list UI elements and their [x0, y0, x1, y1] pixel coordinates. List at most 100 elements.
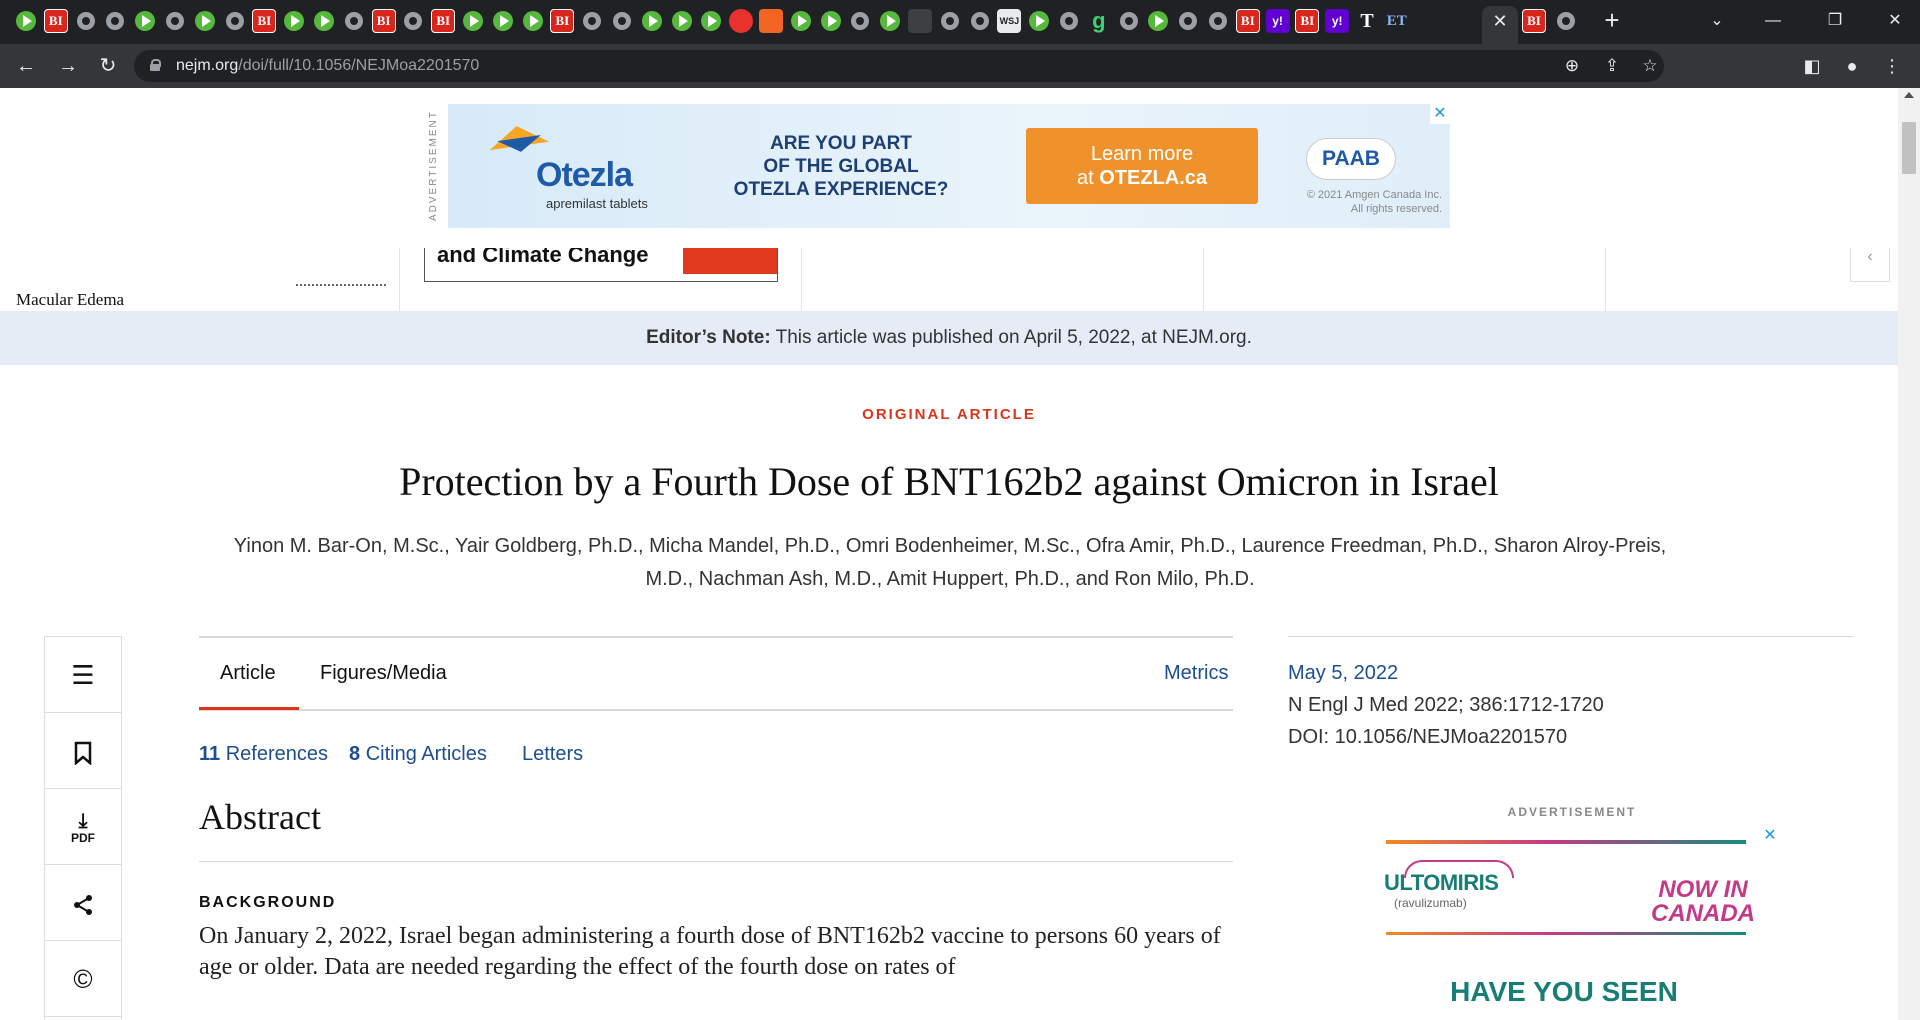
globe-icon[interactable] [848, 9, 872, 33]
reload-icon[interactable]: ↻ [94, 52, 122, 80]
play-icon[interactable] [461, 9, 485, 33]
globe-icon[interactable] [1117, 9, 1141, 33]
play-icon[interactable] [312, 9, 336, 33]
profile-icon[interactable]: ● [1840, 54, 1864, 78]
new-tab-button[interactable]: + [1598, 7, 1626, 35]
sidebar-advertisement[interactable]: ULTOMIRIS (ravulizumab) NOW IN CANADA HA… [1364, 826, 1780, 1020]
play-icon[interactable] [669, 9, 694, 33]
globe-icon[interactable] [103, 9, 127, 33]
page-scrollbar[interactable] [1898, 88, 1920, 1020]
citing-articles-link[interactable]: 8 Citing Articles [349, 743, 487, 766]
et-icon[interactable]: ET [1385, 9, 1409, 33]
page-title: Protection by a Fourth Dose of BNT162b2 … [399, 459, 1499, 504]
globe-icon[interactable] [342, 9, 366, 33]
play-icon[interactable] [639, 9, 664, 33]
close-tab-icon[interactable]: ✕ [1490, 10, 1510, 32]
toc-icon[interactable]: ☰ [45, 637, 121, 713]
menu-icon[interactable]: ⋮ [1880, 54, 1904, 78]
url-text[interactable]: nejm.org/doi/full/10.1056/NEJMoa2201570 [176, 57, 479, 75]
wsj-icon[interactable]: WSJ [997, 9, 1022, 33]
tab-figures-media[interactable]: Figures/Media [320, 662, 447, 685]
pdf-download-button[interactable]: ⤓ PDF [45, 789, 121, 865]
forward-icon[interactable]: → [54, 52, 82, 80]
lock-icon[interactable] [150, 59, 161, 71]
bi-icon[interactable]: BI [43, 9, 68, 33]
globe-icon[interactable] [1057, 9, 1081, 33]
globe-icon[interactable] [223, 9, 247, 33]
bookmark-icon[interactable] [45, 713, 121, 789]
nyt-icon[interactable]: T [1355, 9, 1379, 33]
play-icon[interactable] [699, 9, 724, 33]
tool-rail: ☰ ⤓ PDF © [44, 636, 122, 1020]
minimize-button[interactable]: — [1750, 6, 1796, 36]
globe-icon[interactable] [74, 9, 98, 33]
ad-close-icon[interactable]: ✕ [1430, 104, 1450, 124]
carousel-thumbnail [296, 278, 386, 286]
restore-button[interactable]: ❐ [1812, 6, 1858, 36]
author-list[interactable]: Yinon M. Bar-On, M.Sc., Yair Goldberg, P… [210, 530, 1690, 596]
play-icon[interactable] [282, 9, 307, 33]
globe-icon[interactable] [1176, 9, 1200, 33]
close-window-button[interactable]: ✕ [1872, 6, 1918, 36]
yahoo-icon[interactable]: y! [1325, 9, 1350, 33]
bi-icon[interactable]: BI [1522, 9, 1546, 33]
g-icon[interactable]: g [1087, 8, 1111, 33]
tab-metrics[interactable]: Metrics [1164, 662, 1228, 685]
play-icon[interactable] [1027, 9, 1052, 33]
bookmark-orange-icon[interactable] [759, 9, 783, 33]
globe-icon[interactable] [938, 9, 962, 33]
bi-icon[interactable]: BI [1235, 9, 1260, 33]
zoom-icon[interactable]: ⊕ [1560, 54, 1584, 78]
dark-square-icon[interactable] [908, 9, 932, 33]
sidebar-ad-close-icon[interactable]: ✕ [1760, 826, 1780, 846]
play-icon[interactable] [14, 9, 38, 33]
play-icon[interactable] [490, 9, 515, 33]
ad-brand-sub: apremilast tablets [546, 196, 648, 211]
bi-icon[interactable]: BI [252, 9, 277, 33]
share-icon[interactable] [45, 865, 121, 941]
carousel-next-icon[interactable]: ‹ [1850, 248, 1890, 282]
red-pin-icon[interactable] [729, 9, 754, 33]
globe-icon[interactable] [580, 9, 604, 33]
ad-label: ADVERTISEMENT [428, 110, 439, 222]
publication-date[interactable]: May 5, 2022 [1288, 662, 1398, 685]
globe-icon[interactable] [1206, 9, 1230, 33]
carousel-item-title[interactable]: Macular Edema [16, 290, 124, 310]
copyright-icon[interactable]: © [45, 941, 121, 1017]
side-panel-icon[interactable]: ◧ [1800, 54, 1824, 78]
tab-search-icon[interactable]: ⌄ [1694, 6, 1740, 36]
play-icon[interactable] [133, 9, 158, 33]
back-icon[interactable]: ← [12, 52, 40, 80]
bi-icon[interactable]: BI [371, 9, 396, 33]
bi-icon[interactable]: BI [431, 9, 456, 33]
share-page-icon[interactable]: ⇪ [1600, 54, 1624, 78]
star-icon[interactable]: ☆ [1638, 54, 1662, 78]
globe-icon[interactable] [1554, 9, 1578, 33]
abstract-rule [199, 861, 1233, 862]
page-viewport: ADVERTISEMENT Otezla apremilast tablets … [0, 88, 1898, 1020]
carousel-banner[interactable]: and Climate Change [424, 248, 778, 282]
tab-article[interactable]: Article [220, 662, 276, 685]
bi-icon[interactable]: BI [550, 9, 575, 33]
scroll-up-arrow-icon[interactable] [1904, 92, 1914, 98]
play-icon[interactable] [878, 9, 903, 33]
carousel-item-title[interactable]: and Climate Change [437, 248, 648, 268]
references-link[interactable]: 11 References [199, 743, 328, 766]
play-icon[interactable] [788, 9, 813, 33]
letters-link[interactable]: Letters [522, 743, 583, 766]
yahoo-icon[interactable]: y! [1265, 9, 1290, 33]
globe-icon[interactable] [163, 9, 187, 33]
ad-cta-button[interactable]: Learn more at OTEZLA.ca [1026, 128, 1258, 204]
top-advertisement[interactable]: ADVERTISEMENT Otezla apremilast tablets … [428, 104, 1450, 228]
play-icon[interactable] [520, 9, 545, 33]
globe-icon[interactable] [401, 9, 425, 33]
play-icon[interactable] [192, 9, 217, 33]
globe-icon[interactable] [610, 9, 634, 33]
address-bar[interactable]: nejm.org/doi/full/10.1056/NEJMoa2201570 … [134, 50, 1664, 82]
play-icon[interactable] [818, 9, 843, 33]
globe-icon[interactable] [968, 9, 992, 33]
ad-banner[interactable]: Otezla apremilast tablets ARE YOU PART O… [448, 104, 1450, 228]
bi-icon[interactable]: BI [1295, 9, 1320, 33]
scroll-thumb[interactable] [1902, 122, 1916, 174]
play-icon[interactable] [1146, 9, 1171, 33]
